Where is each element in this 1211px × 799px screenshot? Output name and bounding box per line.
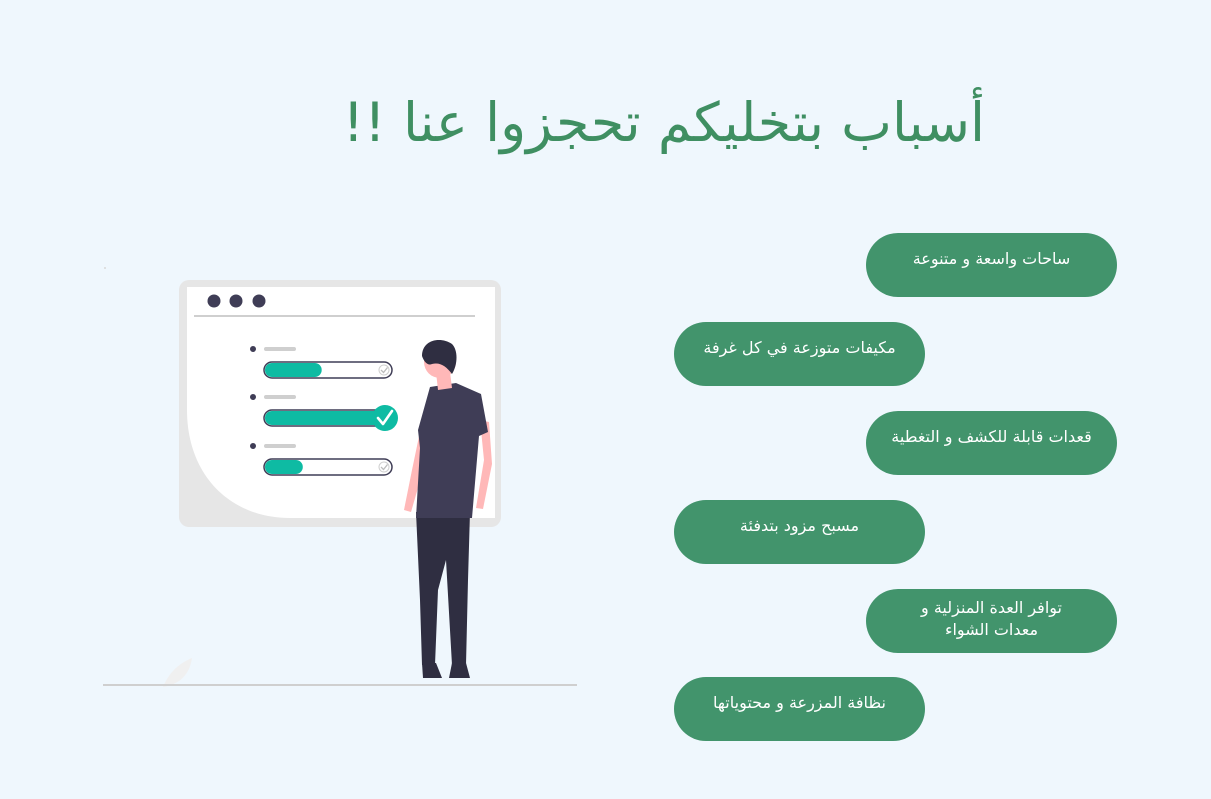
feature-label: توافر العدة المنزلية و معدات الشواء — [921, 598, 1062, 639]
feature-pill-spaces: ساحات واسعة و متنوعة — [866, 233, 1117, 297]
progress-fill — [265, 460, 303, 474]
feature-pill-seating: قعدات قابلة للكشف و التغطية — [866, 411, 1117, 475]
page-title: أسباب بتخليكم تحجزوا عنا !! — [342, 91, 986, 154]
window-dot-icon — [252, 294, 266, 308]
feature-label: قعدات قابلة للكشف و التغطية — [891, 427, 1092, 446]
decor-dot — [104, 267, 106, 269]
feature-pill-ac: مكيفات متوزعة في كل غرفة — [674, 322, 925, 386]
feature-label: مكيفات متوزعة في كل غرفة — [703, 338, 896, 357]
feature-label: ساحات واسعة و متنوعة — [912, 249, 1071, 268]
list-bullet — [250, 394, 256, 400]
feature-label: نظافة المزرعة و محتوياتها — [713, 693, 886, 712]
progress-fill — [265, 363, 322, 377]
check-circle-icon — [372, 405, 398, 431]
checklist-illustration — [103, 267, 577, 687]
list-label-bar — [264, 395, 296, 399]
feature-pill-pool: مسبح مزود بتدفئة — [674, 500, 925, 564]
leaf-decoration — [163, 658, 192, 687]
check-circle-icon — [378, 461, 390, 473]
list-label-bar — [264, 347, 296, 351]
feature-pill-kitchen: توافر العدة المنزلية و معدات الشواء — [866, 589, 1117, 653]
list-bullet — [250, 443, 256, 449]
list-bullet — [250, 346, 256, 352]
window-dot-icon — [207, 294, 221, 308]
list-label-bar — [264, 444, 296, 448]
window-dot-icon — [229, 294, 243, 308]
feature-label: مسبح مزود بتدفئة — [739, 516, 860, 535]
feature-pill-cleanliness: نظافة المزرعة و محتوياتها — [674, 677, 925, 741]
check-circle-icon — [378, 364, 390, 376]
